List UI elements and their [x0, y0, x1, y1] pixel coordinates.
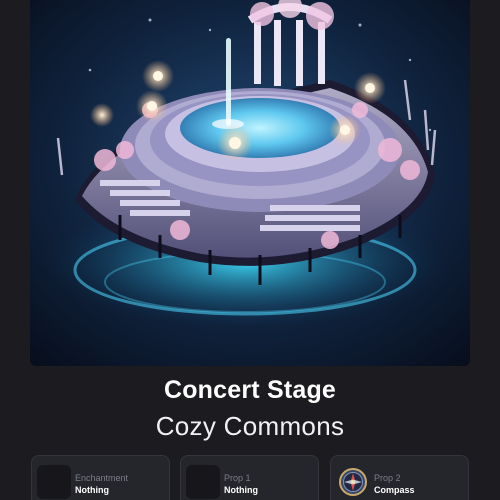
- prop-1-slot[interactable]: Prop 1 Nothing: [180, 455, 319, 500]
- empty-slot-icon: [186, 465, 220, 499]
- item-artwork: [30, 0, 470, 366]
- slot-label: Enchantment: [75, 473, 129, 483]
- compass-icon: [336, 465, 370, 499]
- item-detail-page: Concert Stage Cozy Commons Enchantment N…: [0, 0, 500, 500]
- slot-value: Nothing: [75, 485, 109, 495]
- empty-slot-icon: [37, 465, 71, 499]
- slot-value: Compass: [374, 485, 415, 495]
- slot-label: Prop 1: [224, 473, 251, 483]
- enchantment-slot[interactable]: Enchantment Nothing: [31, 455, 170, 500]
- prop-2-slot[interactable]: Prop 2 Compass: [330, 455, 469, 500]
- concert-stage-illustration: [30, 0, 470, 366]
- slot-label: Prop 2: [374, 473, 401, 483]
- slot-value: Nothing: [224, 485, 258, 495]
- equipment-slots: Enchantment Nothing Prop 1 Nothing Prop …: [31, 455, 470, 500]
- item-collection: Cozy Commons: [155, 411, 345, 441]
- item-title: Concert Stage: [163, 376, 337, 404]
